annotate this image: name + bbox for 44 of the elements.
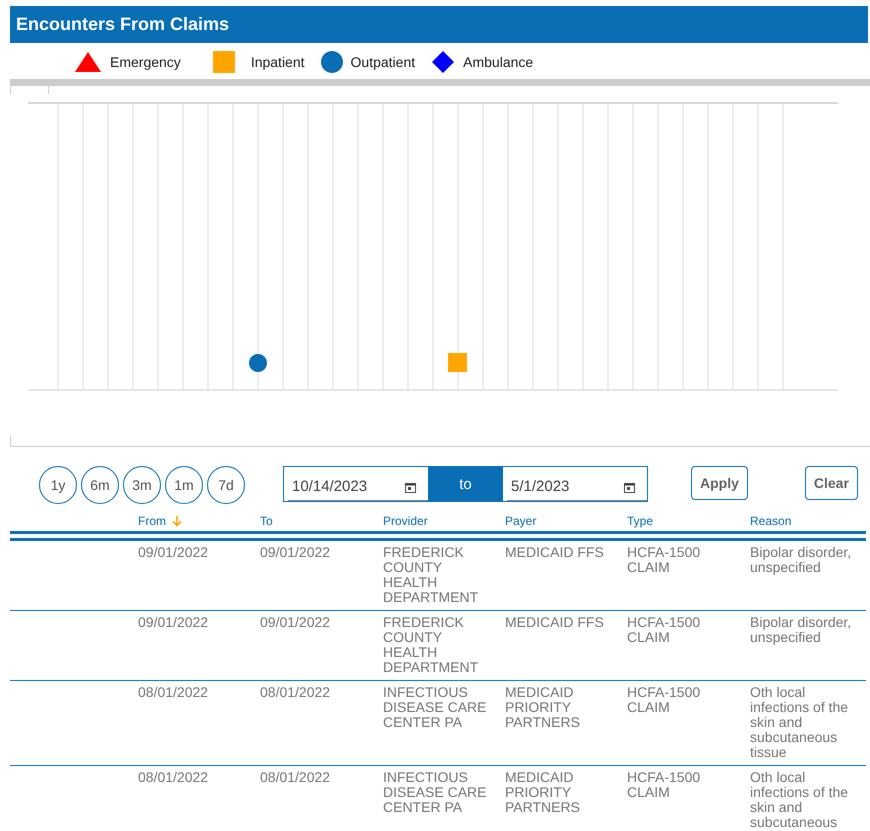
- column-header[interactable]: From: [138, 514, 166, 528]
- range-button[interactable]: 6m: [81, 466, 119, 504]
- range-button[interactable]: 1m: [165, 466, 203, 504]
- table-cell-text: MEDICAID PRIORITY PARTNERS: [505, 770, 581, 817]
- table-cell-text: 08/01/2022: [260, 685, 332, 702]
- column-header[interactable]: Payer: [505, 514, 536, 528]
- square-marker: [448, 353, 467, 372]
- table-cell-text: Bipolar disorder, unspecified: [750, 615, 852, 647]
- table-cell-text: Oth local infections of the skin and subcutaneous: [750, 770, 850, 830]
- clear-button[interactable]: Clear: [804, 466, 858, 500]
- table-cell-text: HCFA-1500 CLAIM: [627, 685, 702, 717]
- range-button[interactable]: 7d: [207, 466, 245, 504]
- panel-title: Encounters From Claims: [16, 14, 230, 35]
- table-cell-text: 08/01/2022: [260, 770, 332, 787]
- table-cell-text: FREDERICK COUNTY HEALTH DEPARTMENT: [383, 545, 480, 605]
- table-cell-text: 08/01/2022: [138, 685, 210, 702]
- table-cell-text: HCFA-1500 CLAIM: [627, 615, 702, 647]
- table-cell-text: MEDICAID FFS: [505, 615, 605, 632]
- column-header[interactable]: To: [260, 514, 273, 528]
- table-cell-text: 09/01/2022: [138, 615, 210, 632]
- table-cell-text: 08/01/2022: [138, 770, 210, 787]
- table-cell-text: 09/01/2022: [260, 615, 332, 632]
- table-cell-text: 09/01/2022: [138, 545, 210, 562]
- table-cell-text: MEDICAID PRIORITY PARTNERS: [505, 685, 581, 732]
- circle-marker: [249, 354, 267, 372]
- legend-label: Outpatient: [350, 54, 416, 70]
- column-header[interactable]: Reason: [750, 514, 792, 528]
- table-cell-text: INFECTIOUS DISEASE CARE CENTER PA: [383, 685, 488, 732]
- table-cell-text: MEDICAID FFS: [505, 545, 605, 562]
- column-header[interactable]: Type: [627, 514, 654, 528]
- table-cell-text: INFECTIOUS DISEASE CARE CENTER PA: [383, 770, 488, 817]
- table-cell-text: HCFA-1500 CLAIM: [627, 545, 702, 577]
- legend-label: Ambulance: [463, 54, 534, 70]
- table-cell-text: FREDERICK COUNTY HEALTH DEPARTMENT: [383, 615, 480, 675]
- table-cell-text: 09/01/2022: [260, 545, 332, 562]
- table-cell-text: Oth local infections of the skin and subcutaneous tissue: [750, 685, 850, 760]
- column-header[interactable]: Provider: [383, 514, 428, 528]
- legend-label: Emergency: [110, 54, 181, 70]
- apply-button[interactable]: Apply: [691, 466, 748, 500]
- range-button[interactable]: 1y: [39, 466, 77, 504]
- range-button[interactable]: 3m: [123, 466, 161, 504]
- table-cell-text: HCFA-1500 CLAIM: [627, 770, 702, 802]
- legend-label: Inpatient: [250, 54, 305, 70]
- table-cell-text: Bipolar disorder, unspecified: [750, 545, 852, 577]
